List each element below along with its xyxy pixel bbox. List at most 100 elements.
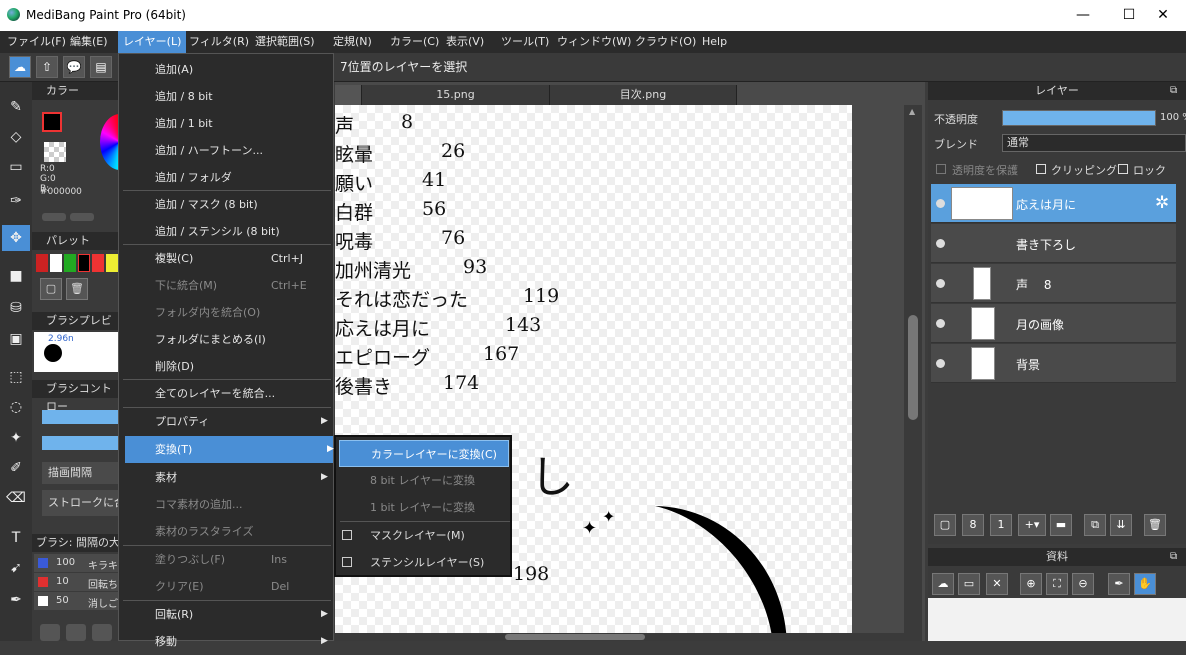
panel-popout-icon[interactable]: ⧉ bbox=[1170, 551, 1177, 562]
layer-row[interactable]: 月の画像 bbox=[931, 304, 1176, 343]
tab-previous[interactable] bbox=[335, 85, 362, 105]
comment-icon[interactable]: ▤ bbox=[90, 56, 112, 78]
close-material-icon[interactable]: ✕ bbox=[986, 573, 1008, 595]
layer-menu-item[interactable]: 追加 / ハーフトーン... bbox=[119, 137, 333, 164]
menu-tool[interactable]: ツール(T) bbox=[496, 31, 554, 53]
layer-menu-item[interactable]: 回転(R) ▶ bbox=[119, 601, 333, 628]
opacity-slider[interactable] bbox=[1002, 110, 1156, 126]
select-rect-tool-icon[interactable]: ⬚ bbox=[2, 364, 30, 390]
layer-menu-item[interactable]: 追加 / 8 bit bbox=[119, 83, 333, 110]
layer-menu-item[interactable]: 削除(D) bbox=[119, 353, 333, 380]
visibility-icon[interactable] bbox=[936, 239, 945, 248]
layer-menu-item[interactable]: 全てのレイヤーを統合... bbox=[119, 380, 333, 407]
open-folder-icon[interactable]: ▭ bbox=[958, 573, 980, 595]
duplicate-layer-icon[interactable]: ⧉ bbox=[1084, 514, 1106, 536]
tab-toc-png[interactable]: 目次.png bbox=[550, 85, 737, 105]
close-button[interactable]: ✕ bbox=[1140, 0, 1186, 31]
convert-to-8bit-layer[interactable]: 8 bit レイヤーに変換 bbox=[336, 467, 510, 494]
layer-menu-item[interactable]: 移動 ▶ bbox=[119, 628, 333, 655]
menu-color[interactable]: カラー(C) bbox=[385, 31, 444, 53]
eyedropper-tool-icon[interactable]: ✒ bbox=[2, 587, 30, 613]
layer-menu-item[interactable]: 追加(A) bbox=[119, 56, 333, 83]
visibility-icon[interactable] bbox=[936, 279, 945, 288]
add-brush-icon[interactable] bbox=[66, 624, 86, 641]
stencil-layer-item[interactable]: ステンシルレイヤー(S) bbox=[336, 549, 510, 576]
merge-layer-icon[interactable]: ⇊ bbox=[1110, 514, 1132, 536]
menu-layer[interactable]: レイヤー(L) bbox=[118, 31, 187, 53]
brush-list-item[interactable]: 10 回転ち bbox=[34, 573, 120, 591]
brush-settings-icon[interactable] bbox=[92, 624, 112, 641]
eyedropper-icon[interactable]: ✒ bbox=[1108, 573, 1130, 595]
scrollbar-thumb[interactable] bbox=[908, 315, 918, 420]
magic-wand-tool-icon[interactable]: ✦ bbox=[2, 425, 30, 451]
layer-menu-item[interactable]: フォルダ内を統合(O) bbox=[119, 299, 333, 326]
add-layer-menu-icon[interactable]: +▾ bbox=[1018, 514, 1046, 536]
layer-menu-item[interactable]: 追加 / 1 bit bbox=[119, 110, 333, 137]
brush-size-slider[interactable] bbox=[42, 410, 118, 424]
menu-view[interactable]: 表示(V) bbox=[441, 31, 489, 53]
scroll-up-icon[interactable]: ▲ bbox=[909, 107, 915, 116]
new-layer-icon[interactable]: ▢ bbox=[934, 514, 956, 536]
layer-menu-item[interactable]: クリア(E) Del bbox=[119, 573, 333, 600]
color-mode-button-2[interactable] bbox=[70, 213, 94, 221]
interval-label[interactable]: 描画間隔 bbox=[42, 462, 122, 484]
new-1bit-layer-icon[interactable]: 1 bbox=[990, 514, 1012, 536]
menu-selection[interactable]: 選択範囲(S) bbox=[250, 31, 320, 53]
blend-select[interactable]: 通常 bbox=[1002, 134, 1186, 152]
layer-menu-item[interactable]: プロパティ ▶ bbox=[119, 408, 333, 435]
delete-layer-icon[interactable]: 🗑 bbox=[1144, 514, 1166, 536]
menu-help[interactable]: Help bbox=[697, 31, 732, 53]
palette-swatches[interactable] bbox=[36, 254, 120, 272]
horizontal-scrollbar-thumb[interactable] bbox=[505, 634, 645, 640]
menu-cloud[interactable]: クラウド(O) bbox=[630, 31, 701, 53]
new-8bit-layer-icon[interactable]: 8 bbox=[962, 514, 984, 536]
color-mode-button[interactable] bbox=[42, 213, 66, 221]
bucket-tool-icon[interactable]: ⛁ bbox=[2, 295, 30, 321]
hand-icon[interactable]: ✋ bbox=[1134, 573, 1156, 595]
layer-menu-item[interactable]: フォルダにまとめる(I) bbox=[119, 326, 333, 353]
brush-opacity-slider[interactable] bbox=[42, 436, 118, 450]
material-view[interactable] bbox=[928, 598, 1186, 641]
gradient-tool-icon[interactable]: ▣ bbox=[2, 326, 30, 352]
text-tool-icon[interactable]: T bbox=[2, 525, 30, 551]
layer-menu-item[interactable]: 追加 / マスク (8 bit) bbox=[119, 191, 333, 218]
visibility-icon[interactable] bbox=[936, 199, 945, 208]
vertical-scrollbar[interactable]: ▲ bbox=[904, 105, 922, 641]
cloud-icon[interactable]: ☁ bbox=[9, 56, 31, 78]
horizontal-scrollbar[interactable] bbox=[335, 633, 904, 641]
layer-menu-item[interactable]: 追加 / ステンシル (8 bit) bbox=[119, 218, 333, 245]
convert-to-1bit-layer[interactable]: 1 bit レイヤーに変換 bbox=[336, 494, 510, 521]
foreground-color-swatch[interactable] bbox=[42, 112, 62, 132]
layer-menu-item[interactable]: コマ素材の追加... bbox=[119, 491, 333, 518]
panel-popout-icon[interactable]: ⧉ bbox=[1170, 85, 1177, 96]
fit-icon[interactable]: ⛶ bbox=[1046, 573, 1068, 595]
layer-menu-item[interactable]: 変換(T) ▶ bbox=[125, 436, 334, 463]
cloud-brush-icon[interactable] bbox=[40, 624, 60, 641]
pen-tool-icon[interactable]: ✑ bbox=[2, 188, 30, 214]
protect-alpha-checkbox[interactable] bbox=[936, 164, 946, 174]
brush-list-item[interactable]: 100 キラキ bbox=[34, 554, 120, 572]
clipping-checkbox[interactable] bbox=[1036, 164, 1046, 174]
move-tool-icon[interactable]: ✥ bbox=[2, 225, 30, 251]
layer-row[interactable]: 声 8 bbox=[931, 264, 1176, 303]
layer-menu-item[interactable]: 下に統合(M) Ctrl+E bbox=[119, 272, 333, 299]
menu-window[interactable]: ウィンドウ(W) bbox=[552, 31, 636, 53]
transparent-color-swatch[interactable] bbox=[44, 142, 66, 162]
speech-bubble-icon[interactable]: 💬 bbox=[63, 56, 85, 78]
fill-rect-tool-icon[interactable]: ■ bbox=[2, 263, 30, 289]
new-palette-icon[interactable]: ▢ bbox=[40, 278, 62, 300]
visibility-icon[interactable] bbox=[936, 359, 945, 368]
new-folder-icon[interactable]: ▬ bbox=[1050, 514, 1072, 536]
gear-icon[interactable]: ✲ bbox=[1155, 193, 1169, 213]
zoom-in-icon[interactable]: ⊕ bbox=[1020, 573, 1042, 595]
rectangle-tool-icon[interactable]: ▭ bbox=[2, 154, 30, 180]
lock-checkbox[interactable] bbox=[1118, 164, 1128, 174]
menu-filter[interactable]: フィルタ(R) bbox=[184, 31, 254, 53]
brush-tool-icon[interactable]: ✎ bbox=[2, 94, 30, 120]
share-icon[interactable]: ⇧ bbox=[36, 56, 58, 78]
menu-edit[interactable]: 編集(E) bbox=[65, 31, 113, 53]
menu-ruler[interactable]: 定規(N) bbox=[328, 31, 377, 53]
layer-menu-item[interactable]: 塗りつぶし(F) Ins bbox=[119, 546, 333, 573]
operation-tool-icon[interactable]: ➹ bbox=[2, 555, 30, 581]
mask-layer-checkbox[interactable] bbox=[342, 530, 352, 540]
